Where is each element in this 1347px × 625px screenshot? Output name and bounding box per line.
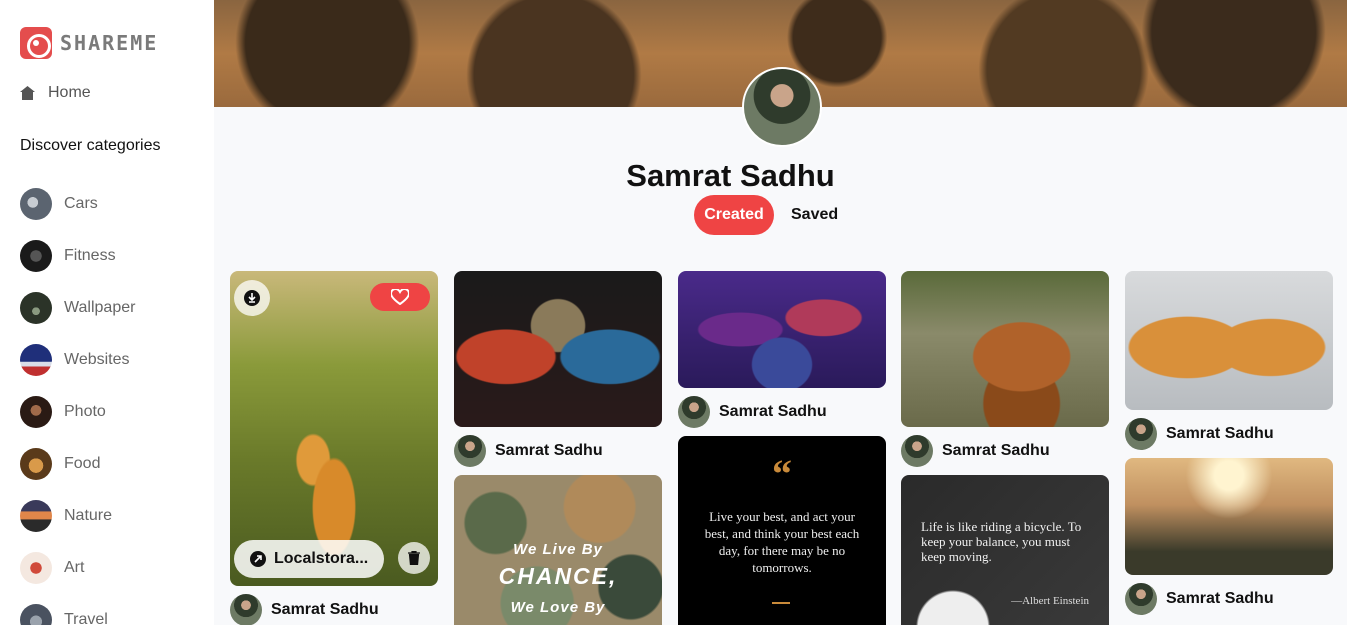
sidebar-item-websites[interactable]: Websites (20, 334, 135, 386)
app-name: SHAREME (60, 31, 159, 55)
author-name: Samrat Sadhu (495, 442, 603, 459)
sidebar-item-home[interactable]: Home (20, 84, 91, 102)
category-label: Art (64, 559, 85, 576)
author-avatar (454, 435, 486, 467)
pin-column: Samrat Sadhu “ Live your best, and act y… (678, 271, 886, 625)
sidebar-item-nature[interactable]: Nature (20, 490, 135, 542)
category-list: Cars Fitness Wallpaper Websites Photo Fo… (20, 178, 135, 625)
home-icon (20, 86, 35, 100)
category-avatar (20, 292, 52, 324)
camera-icon (20, 27, 52, 59)
poster-line: We Love By (510, 599, 606, 616)
quote-author: —Albert Einstein (1011, 595, 1089, 607)
pin-column: Samrat Sadhu Samrat Sadhu (1125, 271, 1333, 623)
destination-link-label: Localstora... (274, 550, 369, 567)
category-avatar (20, 240, 52, 272)
profile-name-wrap: Samrat Sadhu (0, 158, 1347, 194)
category-label: Fitness (64, 247, 116, 264)
category-avatar (20, 500, 52, 532)
trash-icon (408, 551, 420, 565)
poster-line: CHANCE, (498, 563, 618, 589)
author-name: Samrat Sadhu (1166, 590, 1274, 607)
category-label: Cars (64, 195, 98, 212)
download-icon (244, 290, 260, 306)
delete-button[interactable] (398, 542, 430, 574)
pin-author[interactable]: Samrat Sadhu (1125, 410, 1333, 458)
category-avatar (20, 396, 52, 428)
category-label: Nature (64, 507, 113, 524)
pin-author[interactable]: Samrat Sadhu (901, 427, 1109, 475)
author-name: Samrat Sadhu (719, 403, 827, 420)
category-avatar (20, 344, 52, 376)
profile-name: Samrat Sadhu (626, 158, 835, 193)
category-label: Travel (64, 611, 108, 625)
pin-column: Localstora... Samrat Sadhu (230, 271, 438, 625)
sidebar-item-art[interactable]: Art (20, 542, 135, 594)
author-name: Samrat Sadhu (1166, 425, 1274, 442)
arrow-up-right-icon (250, 551, 266, 567)
category-avatar (20, 448, 52, 480)
profile-avatar (742, 67, 822, 147)
pin-card[interactable]: We Live By CHANCE, We Love By (454, 475, 662, 625)
pin-card[interactable] (1125, 271, 1333, 410)
pin-card[interactable] (454, 271, 662, 427)
heart-icon (391, 289, 409, 305)
pin-author[interactable]: Samrat Sadhu (230, 586, 438, 625)
sidebar-item-travel[interactable]: Travel (20, 594, 135, 625)
pin-card[interactable] (678, 271, 886, 388)
sidebar: SHAREME Home Discover categories Cars Fi… (0, 0, 214, 625)
quote-divider (772, 602, 790, 604)
pin-column: Samrat Sadhu Life is like riding a bicyc… (901, 271, 1109, 625)
author-name: Samrat Sadhu (942, 442, 1050, 459)
author-avatar (1125, 418, 1157, 450)
author-avatar (678, 396, 710, 428)
author-avatar (901, 435, 933, 467)
app-logo[interactable]: SHAREME (20, 27, 158, 59)
category-avatar (20, 604, 52, 625)
quote-text: Life is like riding a bicycle. To keep y… (921, 519, 1082, 564)
download-button[interactable] (234, 280, 270, 316)
pin-card[interactable] (1125, 458, 1333, 575)
category-label: Food (64, 455, 101, 472)
sidebar-item-food[interactable]: Food (20, 438, 135, 490)
author-name: Samrat Sadhu (271, 601, 379, 618)
poster-line: We Live By (513, 541, 603, 558)
tab-created[interactable]: Created (694, 195, 774, 235)
category-label: Websites (64, 351, 130, 368)
sidebar-item-label: Home (48, 84, 91, 101)
pin-author[interactable]: Samrat Sadhu (1125, 575, 1333, 623)
pin-card[interactable] (901, 271, 1109, 427)
pin-author[interactable]: Samrat Sadhu (454, 427, 662, 475)
save-heart-button[interactable] (370, 283, 430, 311)
category-label: Wallpaper (64, 299, 136, 316)
pin-card[interactable]: Life is like riding a bicycle. To keep y… (901, 475, 1109, 625)
author-avatar (230, 594, 262, 625)
destination-link[interactable]: Localstora... (234, 540, 384, 578)
quote-mark: “ (772, 451, 792, 496)
pin-author[interactable]: Samrat Sadhu (678, 388, 886, 436)
pin-card[interactable]: “ Live your best, and act your best, and… (678, 436, 886, 625)
profile-tabs: Created Saved (694, 195, 838, 235)
category-avatar (20, 552, 52, 584)
quote-text: Live your best, and act your best, and t… (704, 509, 860, 575)
discover-categories-title: Discover categories (20, 137, 161, 154)
sidebar-item-fitness[interactable]: Fitness (20, 230, 135, 282)
tab-saved[interactable]: Saved (791, 206, 838, 224)
pin-card[interactable]: Localstora... (230, 271, 438, 586)
sidebar-item-photo[interactable]: Photo (20, 386, 135, 438)
sidebar-item-wallpaper[interactable]: Wallpaper (20, 282, 135, 334)
author-avatar (1125, 583, 1157, 615)
category-label: Photo (64, 403, 106, 420)
pin-column: Samrat Sadhu We Live By CHANCE, We Love … (454, 271, 662, 625)
